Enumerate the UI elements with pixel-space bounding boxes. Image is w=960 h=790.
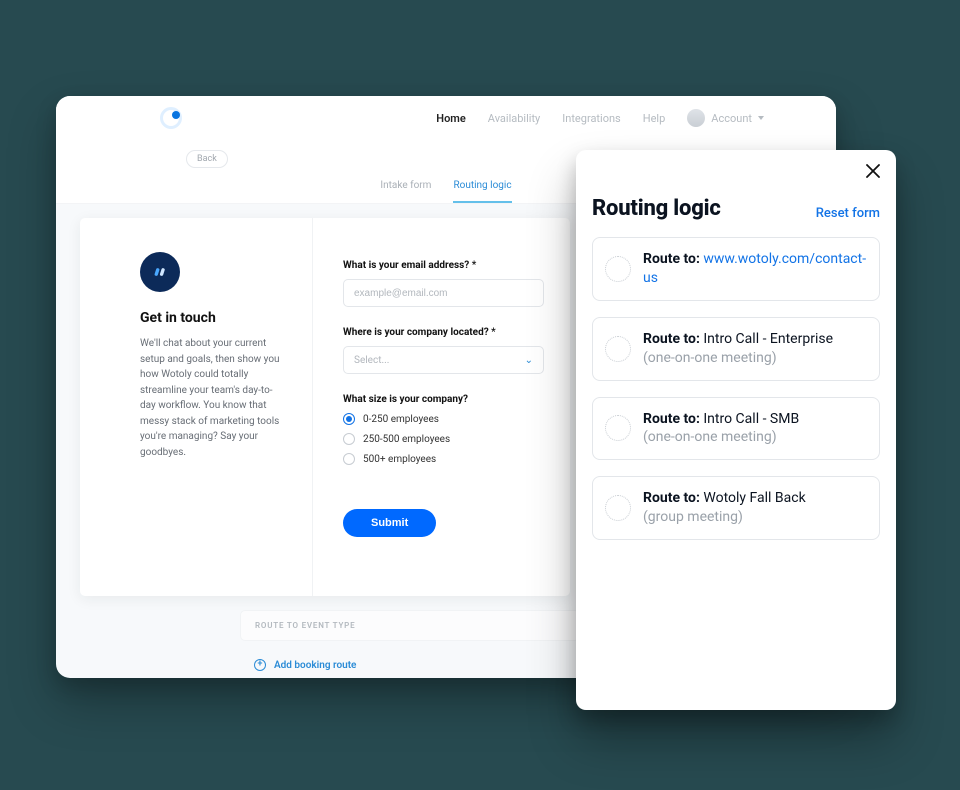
top-nav: Home Availability Integrations Help Acco… xyxy=(56,96,836,140)
size-option-1-label: 250-500 employees xyxy=(363,434,450,445)
nav-account-label: Account xyxy=(711,112,752,125)
size-option-1[interactable]: 250-500 employees xyxy=(343,433,544,445)
size-option-0-label: 0-250 employees xyxy=(363,414,439,425)
route-destination: Wotoly Fall Back xyxy=(703,490,805,506)
route-event-type-box: ROUTE TO EVENT TYPE xyxy=(240,610,580,641)
route-subtitle: (one-on-one meeting) xyxy=(643,428,799,447)
location-label: Where is your company located? * xyxy=(343,327,544,338)
email-label: What is your email address? * xyxy=(343,260,544,271)
route-to-label: Route to: xyxy=(643,331,700,347)
route-subtitle: (group meeting) xyxy=(643,508,806,527)
avatar-icon xyxy=(687,109,705,127)
route-to-label: Route to: xyxy=(643,251,700,267)
nav-availability[interactable]: Availability xyxy=(488,112,540,125)
route-to-label: Route to: xyxy=(643,490,700,506)
route-card-1[interactable]: Route to: Intro Call - Enterprise (one-o… xyxy=(592,317,880,381)
route-placeholder-icon xyxy=(605,415,631,441)
chevron-down-icon: ⌄ xyxy=(525,355,533,366)
route-card-3[interactable]: Route to: Wotoly Fall Back (group meetin… xyxy=(592,476,880,540)
size-option-0[interactable]: 0-250 employees xyxy=(343,413,544,425)
location-placeholder: Select... xyxy=(354,355,389,366)
route-destination: Intro Call - SMB xyxy=(703,411,799,427)
intro-body: We'll chat about your current setup and … xyxy=(140,336,288,460)
route-destination: Intro Call - Enterprise xyxy=(703,331,833,347)
size-option-2[interactable]: 500+ employees xyxy=(343,453,544,465)
route-placeholder-icon xyxy=(605,495,631,521)
routing-logic-panel: Routing logic Reset form Route to: www.w… xyxy=(576,150,896,710)
tab-intake-form[interactable]: Intake form xyxy=(380,180,431,203)
radio-icon xyxy=(343,453,355,465)
panel-title: Routing logic xyxy=(592,196,721,221)
location-select[interactable]: Select... ⌄ xyxy=(343,346,544,374)
back-button[interactable]: Back xyxy=(186,150,228,168)
plus-icon: + xyxy=(254,659,266,671)
size-option-2-label: 500+ employees xyxy=(363,454,436,465)
route-card-0[interactable]: Route to: www.wotoly.com/contact-us xyxy=(592,237,880,301)
nav-account[interactable]: Account xyxy=(687,109,764,127)
route-to-label: Route to: xyxy=(643,411,700,427)
submit-button[interactable]: Submit xyxy=(343,509,436,537)
app-logo-icon xyxy=(160,107,182,129)
brand-chip-icon xyxy=(140,252,180,292)
radio-icon xyxy=(343,433,355,445)
reset-form-link[interactable]: Reset form xyxy=(816,206,880,221)
close-button[interactable] xyxy=(862,160,884,182)
add-booking-route-label: Add booking route xyxy=(274,660,356,671)
email-field[interactable] xyxy=(343,279,544,307)
tab-routing-logic[interactable]: Routing logic xyxy=(453,180,511,203)
close-icon xyxy=(866,164,880,178)
route-subtitle: (one-on-one meeting) xyxy=(643,349,833,368)
form-fields: What is your email address? * Where is y… xyxy=(312,218,570,596)
nav-help[interactable]: Help xyxy=(643,112,666,125)
nav-home[interactable]: Home xyxy=(436,112,466,125)
route-placeholder-icon xyxy=(605,336,631,362)
nav-integrations[interactable]: Integrations xyxy=(562,112,620,125)
form-intro: Get in touch We'll chat about your curre… xyxy=(80,218,312,596)
intro-title: Get in touch xyxy=(140,310,288,326)
route-card-2[interactable]: Route to: Intro Call - SMB (one-on-one m… xyxy=(592,397,880,461)
intake-form-card: Get in touch We'll chat about your curre… xyxy=(80,218,570,596)
size-label: What size is your company? xyxy=(343,394,544,405)
chevron-down-icon xyxy=(758,116,764,120)
radio-icon xyxy=(343,413,355,425)
route-placeholder-icon xyxy=(605,256,631,282)
route-event-type-caption: ROUTE TO EVENT TYPE xyxy=(255,621,565,630)
